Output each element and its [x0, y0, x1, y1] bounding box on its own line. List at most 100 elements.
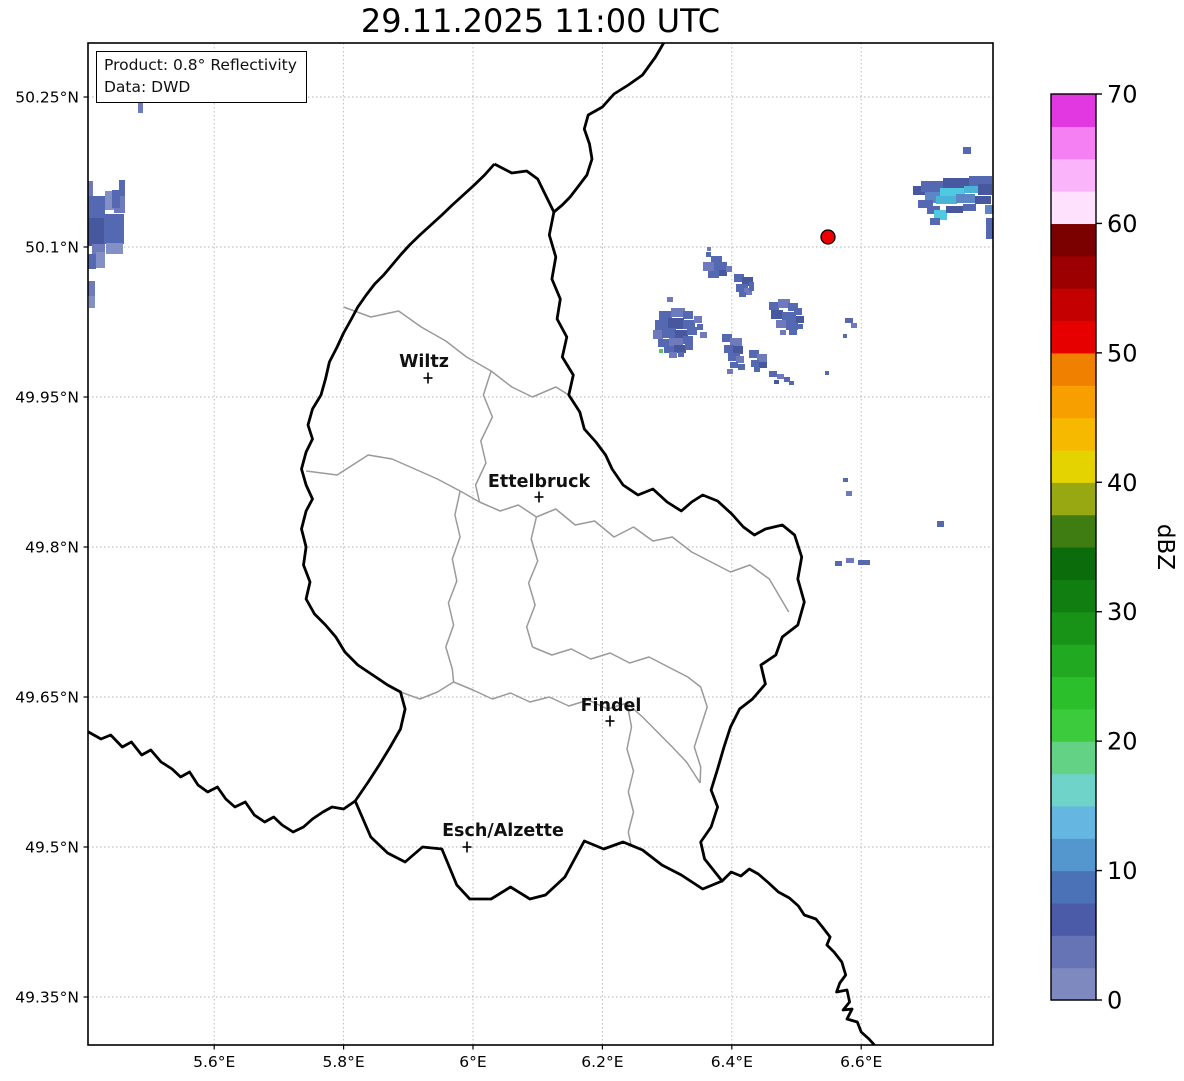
x-tick-label: 6.4°E [711, 1053, 753, 1071]
plot-frame: 5.6°E 5.8°E 6°E 6.2°E 6.4°E 6.6°E 50.25°N 50.1°… [15, 42, 994, 1071]
radar-echo-cell [706, 252, 711, 257]
radar-echo-cell [668, 318, 684, 329]
radar-echo-cell [963, 204, 976, 211]
colorbar-segment [1051, 579, 1096, 613]
colorbar-segment [1051, 482, 1096, 516]
border-luxembourg [300, 162, 806, 901]
radar-echo-cell [88, 196, 105, 220]
radar-echo-cell [851, 323, 857, 328]
radar-echo-cell [776, 320, 786, 328]
y-tick-label: 50.1°N [25, 239, 79, 257]
radar-map-plot: WiltzEttelbruckFindelEsch/Alzette5.6°E 5.… [15, 42, 1178, 1071]
radar-echo-cell [835, 561, 842, 566]
canton-border-line [626, 702, 635, 848]
canton-border-line [306, 454, 480, 503]
border-belgium-germany [552, 43, 666, 214]
country-borders [88, 43, 877, 1045]
radar-echo-cell [667, 297, 673, 302]
radar-echo-cell [106, 243, 123, 254]
x-tick-label: 6.2°E [581, 1053, 623, 1071]
colorbar-segment [1051, 94, 1096, 127]
colorbar-segment [1051, 547, 1096, 580]
radar-echo-cell [774, 380, 779, 384]
colorbar-segment [1051, 838, 1096, 872]
colorbar-segment [1051, 385, 1096, 419]
radar-echo-cell [749, 282, 754, 291]
radar-echo-cell [727, 369, 733, 374]
canton-border-line [343, 306, 570, 398]
colorbar-segment [1051, 611, 1096, 645]
radar-echo-cell [798, 324, 803, 329]
city-marker-wiltz [423, 372, 433, 384]
city-marker-ettelbruck [534, 491, 544, 503]
radar-echo-cell [780, 330, 786, 335]
radar-echo-cell [662, 328, 676, 338]
radar-echo-cell [669, 352, 677, 358]
radar-echo-cell [754, 367, 760, 372]
radar-echo-cell [707, 247, 711, 251]
radar-echo-cell [736, 356, 744, 363]
radar-echo-cell [937, 521, 944, 527]
radar-echo-cell [825, 371, 829, 375]
y-tick-label: 49.8°N [25, 539, 79, 557]
radar-echo-cell [653, 330, 663, 339]
radar-echo-cell [739, 292, 746, 297]
radar-echo-cells [88, 100, 993, 566]
radar-echo-cell [730, 362, 738, 368]
colorbar-tick-label: 10 [1107, 857, 1138, 885]
plot-frame-rect [87, 42, 994, 1046]
y-tick-label: 49.65°N [15, 689, 79, 707]
radar-echo-cell [978, 184, 992, 195]
colorbar-tick-label: 20 [1107, 728, 1138, 756]
y-tick-label: 49.95°N [15, 389, 79, 407]
radar-echo-cell [930, 218, 940, 225]
radar-echo-cell [751, 360, 759, 367]
city-label: Wiltz [399, 352, 449, 372]
radar-echo-cell [777, 374, 784, 379]
y-tick-label: 49.5°N [25, 839, 79, 857]
radar-echo-cell [985, 205, 993, 214]
colorbar: 0 10 20 30 40 50 60 70 dBZ [1050, 81, 1178, 1015]
border-france-germany [720, 867, 877, 1045]
radar-echo-cell [796, 316, 804, 323]
y-tick-label: 49.35°N [15, 989, 79, 1007]
canton-border-line [400, 681, 454, 700]
colorbar-tick-label: 0 [1107, 987, 1122, 1015]
radar-echo-cell [956, 194, 975, 203]
radar-echo-cell [88, 254, 96, 269]
radar-echo-cell [771, 310, 783, 319]
radar-echo-cell [963, 147, 971, 154]
radar-echo-cell [88, 218, 104, 246]
city-markers: Wiltz Ettelbruck Findel Esch/Alzette [399, 352, 641, 853]
radar-echo-cell [794, 308, 802, 315]
radar-echo-cell [936, 196, 957, 204]
colorbar-segment [1051, 288, 1096, 322]
colorbar-segment [1051, 870, 1096, 904]
radar-echo-cell [769, 302, 779, 310]
radar-echo-cell [726, 266, 732, 272]
canton-border-line [479, 501, 790, 613]
city-label: Findel [581, 696, 642, 716]
radar-echo-cell [687, 327, 697, 335]
radar-echo-cell [846, 558, 854, 563]
product-info-line2: Data: DWD [104, 78, 191, 96]
radar-echo-cell [846, 491, 852, 496]
colorbar-segment [1051, 158, 1096, 192]
radar-echo-cell [685, 344, 693, 350]
radar-echo-cell [678, 352, 684, 357]
radar-echo-cell [946, 206, 963, 213]
radar-echo-cell [700, 332, 707, 338]
radar-echo-cell [738, 364, 745, 370]
colorbar-unit-label: dBZ [1152, 524, 1178, 570]
radar-echo-cell [733, 346, 743, 354]
radar-echo-cell [694, 316, 702, 323]
radar-echo-cell [664, 346, 674, 353]
radar-echo-cell [88, 281, 95, 296]
radar-echo-cell [845, 318, 853, 323]
colorbar-segment [1051, 805, 1096, 839]
colorbar-tick-label: 40 [1107, 469, 1138, 497]
colorbar-segment [1051, 967, 1096, 1001]
radar-echo-cell [708, 271, 719, 278]
city-label: Esch/Alzette [442, 821, 564, 841]
radar-echo-cell [786, 322, 798, 330]
